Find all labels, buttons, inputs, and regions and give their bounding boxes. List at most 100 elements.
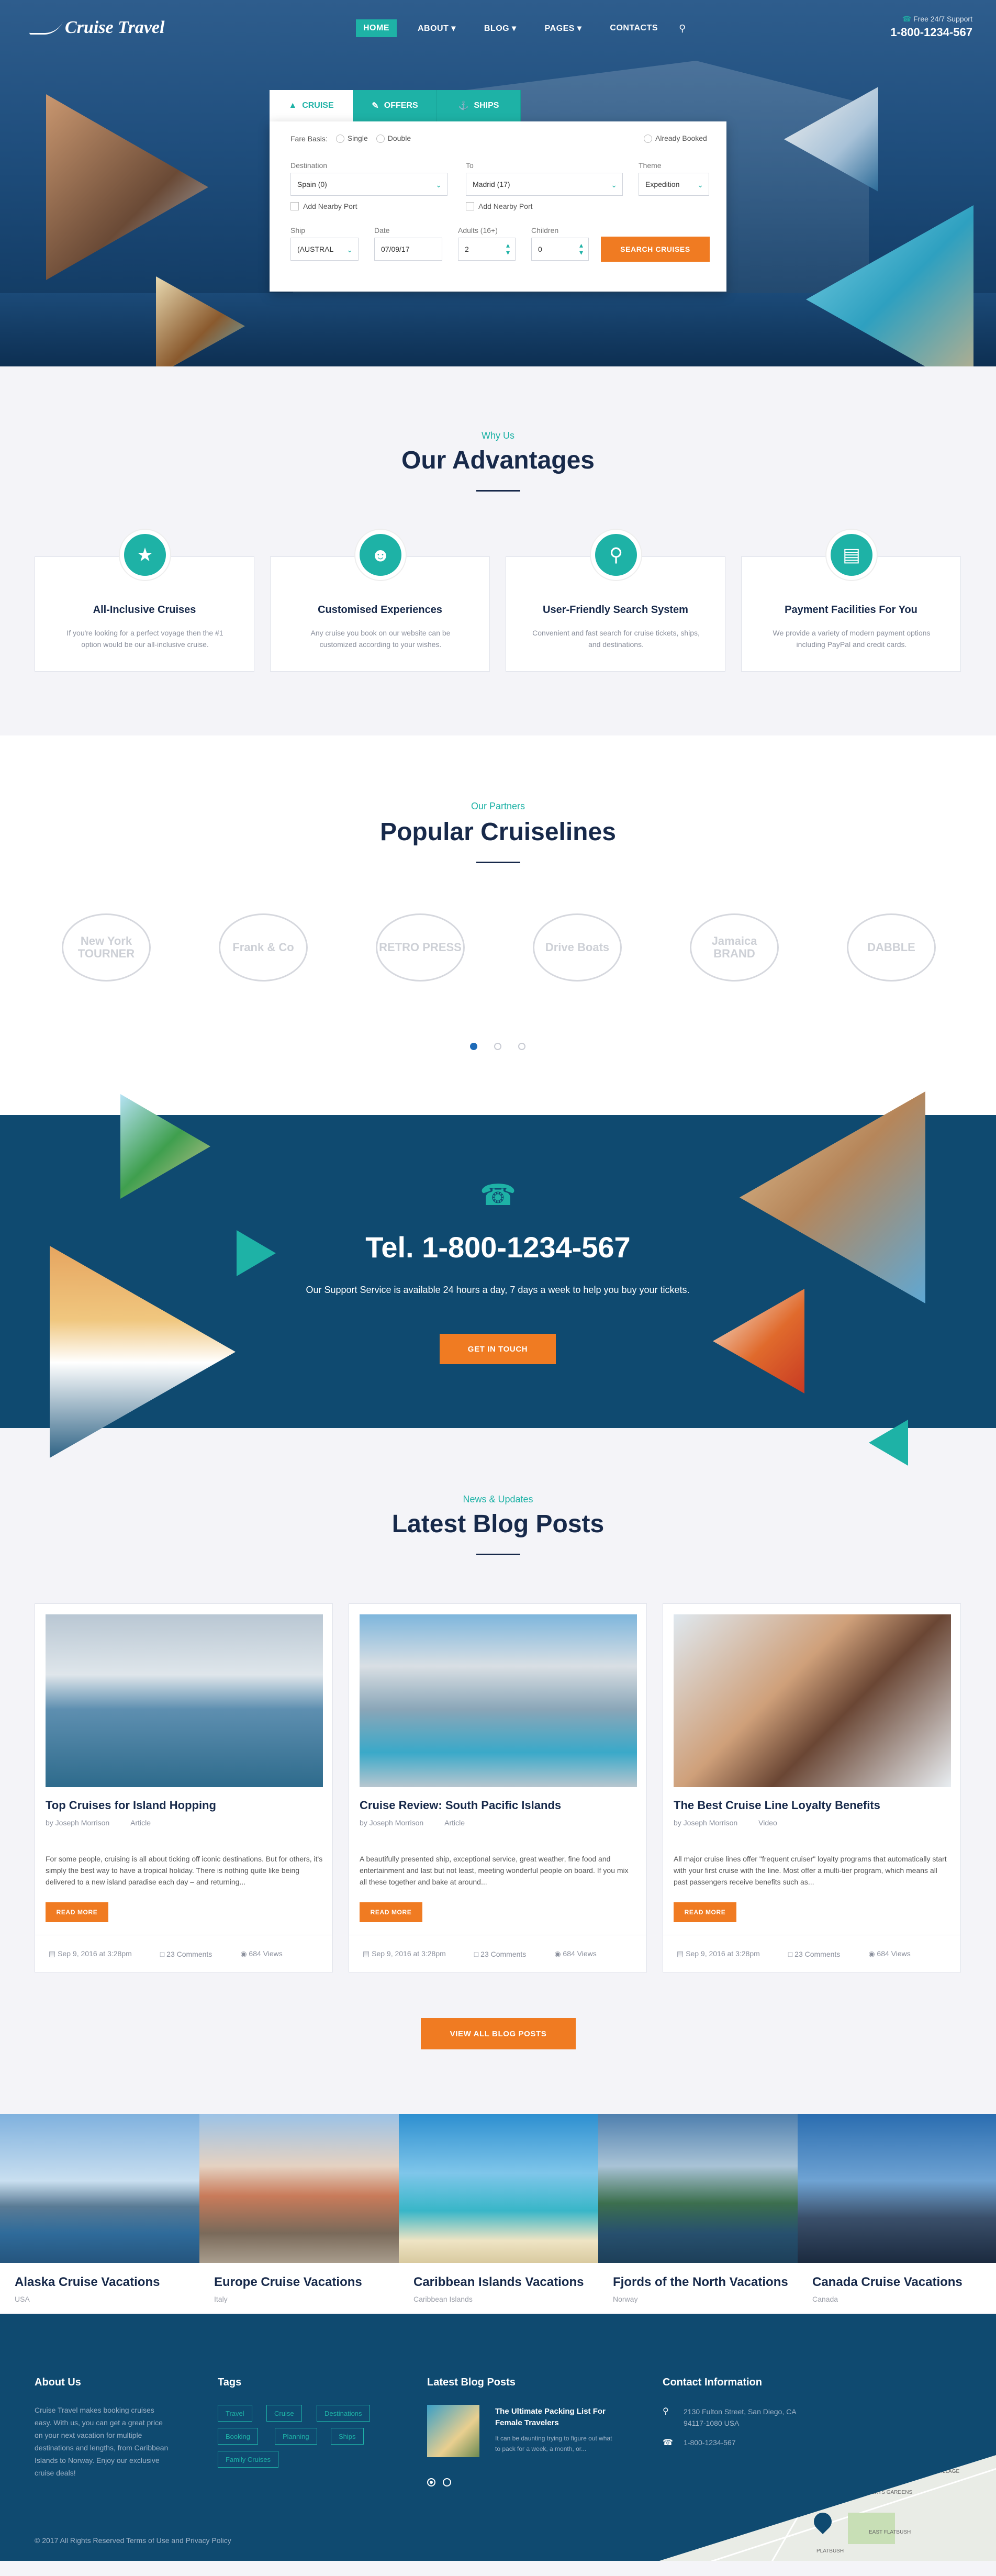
fare-single-radio[interactable]: Single [335, 134, 368, 143]
footer-about-title: About Us [35, 2377, 81, 2388]
post-comments[interactable]: □ 23 Comments [474, 1950, 527, 1958]
theme-select[interactable]: Expedition ⌄ [639, 173, 709, 196]
post-image[interactable] [674, 1614, 951, 1787]
fare-double-radio[interactable]: Double [376, 134, 411, 143]
advantage-title: Payment Facilities For You [785, 604, 917, 616]
tab-cruise[interactable]: ▲ CRUISE [270, 90, 353, 121]
carousel-dot[interactable] [494, 1043, 501, 1050]
carousel-dot[interactable] [518, 1043, 525, 1050]
search-cruises-button[interactable]: SEARCH CRUISES [601, 237, 710, 262]
tag-link[interactable]: Destinations [317, 2405, 370, 2422]
advantage-card: ▤ Payment Facilities For You We provide … [741, 529, 961, 672]
footer-contact-title: Contact Information [663, 2377, 762, 2388]
partner-logo[interactable]: Jamaica BRAND [690, 913, 779, 982]
post-image[interactable] [360, 1614, 637, 1787]
post-title[interactable]: The Best Cruise Line Loyalty Benefits [674, 1799, 880, 1812]
to-select[interactable]: Madrid (17) ⌄ [466, 173, 623, 196]
footer-phone[interactable]: 1-800-1234-567 [684, 2438, 736, 2447]
calendar-icon: ▤ [677, 1949, 684, 1958]
partner-logo[interactable]: Frank & Co [219, 913, 308, 982]
calendar-icon: ▤ [49, 1949, 56, 1958]
destination-title[interactable]: Alaska Cruise Vacations [15, 2275, 160, 2290]
to-label: To [466, 161, 474, 170]
blog-card: Top Cruises for Island Hopping by Joseph… [35, 1603, 333, 1972]
post-author[interactable]: by Joseph Morrison [46, 1819, 109, 1827]
post-date: ▤ Sep 9, 2016 at 3:28pm [49, 1949, 132, 1958]
read-more-button[interactable]: READ MORE [46, 1902, 108, 1922]
destination-card[interactable]: Caribbean Islands Vacations Caribbean Is… [399, 2114, 598, 2313]
destination-title[interactable]: Fjords of the North Vacations [613, 2275, 788, 2290]
carousel-dot-active[interactable] [470, 1043, 477, 1050]
partner-logo[interactable]: DABBLE [847, 913, 936, 982]
ship-select[interactable]: (AUSTRAL ⌄ [290, 238, 359, 261]
stepper-arrows-icon[interactable]: ▴ ▾ [506, 241, 510, 256]
comment-icon: □ [474, 1949, 479, 1958]
tag-link[interactable]: Ships [331, 2428, 364, 2445]
destination-card[interactable]: Europe Cruise Vacations Italy [199, 2114, 399, 2313]
footer-post-thumb[interactable] [427, 2405, 479, 2457]
eye-icon: ◉ [240, 1949, 247, 1958]
logo[interactable]: Cruise Travel [29, 18, 164, 38]
post-author[interactable]: by Joseph Morrison [674, 1819, 737, 1827]
already-booked-radio[interactable]: Already Booked [644, 134, 707, 143]
destination-title[interactable]: Canada Cruise Vacations [812, 2275, 963, 2290]
post-comments[interactable]: □ 23 Comments [160, 1950, 212, 1958]
map-pin-icon[interactable] [810, 2508, 836, 2535]
nav-blog[interactable]: BLOG ▾ [477, 19, 524, 38]
get-in-touch-button[interactable]: GET IN TOUCH [440, 1334, 556, 1364]
support-phone-title[interactable]: Tel. 1-800-1234-567 [0, 1230, 996, 1264]
destination-card[interactable]: Fjords of the North Vacations Norway [598, 2114, 798, 2313]
nav-contacts[interactable]: CONTACTS [602, 19, 665, 37]
tab-ships[interactable]: ⚓ SHIPS [437, 90, 521, 121]
stepper-arrows-icon[interactable]: ▴ ▾ [579, 241, 583, 256]
destination-title[interactable]: Europe Cruise Vacations [214, 2275, 362, 2290]
tag-link[interactable]: Cruise [266, 2405, 302, 2422]
footer-post-title[interactable]: The Ultimate Packing List For Female Tra… [495, 2406, 615, 2429]
footer-post-dot-active[interactable] [427, 2478, 435, 2486]
post-comments[interactable]: □ 23 Comments [788, 1950, 841, 1958]
tag-link[interactable]: Travel [218, 2405, 252, 2422]
nav-pages[interactable]: PAGES ▾ [538, 19, 589, 38]
post-title[interactable]: Cruise Review: South Pacific Islands [360, 1799, 561, 1812]
nav-home[interactable]: HOME [356, 19, 397, 37]
footer-post-text: It can be daunting trying to figure out … [495, 2435, 612, 2452]
footer-copyright[interactable]: © 2017 All Rights Reserved Terms of Use … [35, 2536, 231, 2545]
view-all-posts-button[interactable]: VIEW ALL BLOG POSTS [421, 2018, 576, 2049]
children-stepper[interactable]: 0 ▴ ▾ [531, 238, 589, 261]
nearby-port-checkbox-1[interactable]: Add Nearby Port [290, 202, 357, 210]
partner-logo[interactable]: Drive Boats [533, 913, 622, 982]
partner-logo[interactable]: New York TOURNER [62, 913, 151, 982]
destination-card[interactable]: Alaska Cruise Vacations USA [0, 2114, 199, 2313]
read-more-button[interactable]: READ MORE [674, 1902, 736, 1922]
headset-icon: ☎ [902, 15, 912, 23]
post-title[interactable]: Top Cruises for Island Hopping [46, 1799, 216, 1812]
nav-about[interactable]: ABOUT ▾ [410, 19, 463, 38]
map-label: LEFFERTS GARDENS [858, 2490, 913, 2495]
tag-link[interactable]: Planning [275, 2428, 317, 2445]
post-author[interactable]: by Joseph Morrison [360, 1819, 423, 1827]
destination-select[interactable]: Spain (0) ⌄ [290, 173, 447, 196]
support-phone[interactable]: 1-800-1234-567 [890, 26, 972, 39]
partner-logo[interactable]: RETRO PRESS [376, 913, 465, 982]
tag-link[interactable]: Family Cruises [218, 2451, 278, 2468]
search-icon[interactable]: ⚲ [679, 23, 686, 34]
destination-title[interactable]: Caribbean Islands Vacations [413, 2275, 584, 2290]
partners-title: Popular Cruiselines [380, 818, 616, 846]
date-input[interactable]: 07/09/17 [374, 238, 442, 261]
footer-post-dot[interactable] [443, 2478, 451, 2486]
tab-offers[interactable]: ✎ OFFERS [353, 90, 437, 121]
nearby-port-checkbox-2[interactable]: Add Nearby Port [466, 202, 533, 210]
destination-card[interactable]: Canada Cruise Vacations Canada [798, 2114, 996, 2313]
map[interactable]: WEST VILLAGE EAST FLATBUSH PLATBUSH LEFF… [659, 2455, 996, 2561]
post-image[interactable] [46, 1614, 323, 1787]
map-park [848, 2513, 895, 2544]
support-text: Our Support Service is available 24 hour… [306, 1285, 690, 1295]
ship-logo-icon [29, 21, 63, 35]
fare-double-label: Double [387, 134, 411, 142]
nav-about-label: ABOUT [418, 24, 449, 33]
tag-link[interactable]: Booking [218, 2428, 258, 2445]
destination-image [399, 2114, 598, 2263]
post-views: ◉ 684 Views [868, 1949, 910, 1958]
adults-stepper[interactable]: 2 ▴ ▾ [458, 238, 516, 261]
read-more-button[interactable]: READ MORE [360, 1902, 422, 1922]
